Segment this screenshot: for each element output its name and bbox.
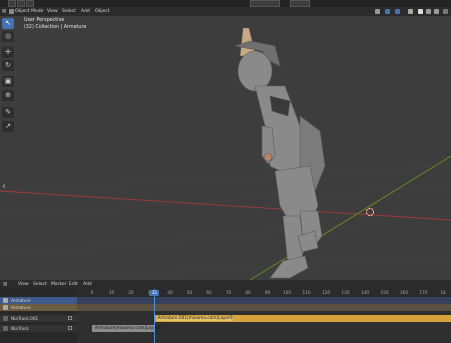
nla-strip-label: Armature|mixamo.com|Layer0: [95, 326, 161, 331]
channel-label: NlaTrack: [11, 326, 29, 331]
frame-tick-label: 60: [206, 290, 212, 295]
frame-tick-label: 100: [283, 290, 291, 295]
frame-tick-label: 80: [245, 290, 251, 295]
collection-info: (32) Collection | Armature: [24, 25, 87, 30]
rotate-tool-icon[interactable]: ↻: [2, 60, 14, 71]
editor-type-icon[interactable]: ▧: [2, 7, 6, 16]
shading-rendered-icon[interactable]: [434, 9, 439, 14]
channel-label: Armature: [11, 298, 31, 303]
frame-tick-label: 90: [264, 290, 271, 295]
viewport-header: ▧ Object Mode View Select Add Object: [0, 7, 451, 16]
mute-checkbox[interactable]: [68, 316, 72, 320]
tab-button[interactable]: [26, 0, 34, 7]
blender-window: ▧ Object Mode View Select Add Object Use…: [0, 0, 451, 343]
visibility-icon[interactable]: [375, 9, 380, 14]
viewport-scene: [0, 27, 451, 280]
armature-icon: [3, 298, 8, 303]
overlay-icon[interactable]: [395, 9, 400, 14]
channel-label: NlaTrack.001: [11, 316, 39, 321]
frame-tick-label: 110: [302, 290, 311, 295]
x-axis-line: [0, 190, 451, 221]
view-name: User Perspective: [24, 18, 65, 23]
3d-viewport[interactable]: User Perspective (32) Collection | Armat…: [0, 16, 451, 280]
frame-tick-label: 50: [186, 290, 193, 295]
tab-button[interactable]: [290, 0, 310, 7]
mute-checkbox[interactable]: [68, 326, 72, 330]
frame-tick-label: 170: [419, 290, 428, 295]
nla-editor: Armature Armature NlaTrack.001 NlaTrack 0 10…: [0, 289, 451, 343]
frame-tick-label: 140: [361, 290, 369, 295]
frame-tick-label: 20: [128, 290, 134, 295]
track-row-selected: [77, 297, 451, 304]
menu-add[interactable]: Add: [81, 7, 90, 16]
nla-track-icon: [3, 326, 8, 331]
character-model[interactable]: [234, 27, 326, 279]
frame-tick-label: 40: [167, 290, 173, 295]
select-tool-icon[interactable]: ↖: [2, 18, 14, 29]
channel-row[interactable]: Armature: [0, 297, 77, 304]
xray-icon[interactable]: [408, 9, 413, 14]
shading-material-icon[interactable]: [426, 9, 431, 14]
tab-button[interactable]: [17, 0, 25, 7]
menu-object[interactable]: Object: [95, 7, 110, 16]
playhead[interactable]: [154, 289, 156, 343]
frame-tick-label: 130: [341, 290, 350, 295]
viewport-info: User Perspective (32) Collection | Armat…: [24, 17, 86, 31]
scale-tool-icon[interactable]: ▣: [2, 76, 14, 87]
shading-solid-icon[interactable]: [418, 9, 423, 14]
timeline-menu-select[interactable]: Select: [33, 280, 47, 289]
armature-icon: [3, 305, 8, 310]
track-area[interactable]: Armature.001|mixamo.com|Layer0 Armature|m…: [77, 297, 451, 343]
menu-view[interactable]: View: [47, 7, 58, 16]
frame-ruler[interactable]: 0102030405060708090100110120130140150160…: [77, 289, 451, 297]
object-mode-icon: [9, 9, 14, 14]
cursor-tool-icon[interactable]: ◎: [2, 31, 14, 42]
frame-tick-label: 120: [322, 290, 330, 295]
nla-strip-label: Armature.001|mixamo.com|Layer0: [157, 316, 233, 321]
timeline-header: ▧ View Select Marker Edit Add: [0, 280, 451, 289]
current-frame-badge[interactable]: 32: [149, 290, 160, 296]
shading-options-icon[interactable]: [443, 9, 448, 14]
gizmo-icon[interactable]: [385, 9, 390, 14]
tab-button[interactable]: [8, 0, 16, 7]
measure-tool-icon[interactable]: ↗: [2, 121, 14, 132]
annotate-tool-icon[interactable]: ✎: [2, 107, 14, 118]
timeline-menu-marker[interactable]: Marker: [51, 280, 67, 289]
timeline-menu-add[interactable]: Add: [83, 280, 92, 289]
grid-floor: [0, 165, 451, 280]
track-row-action: [77, 304, 451, 311]
frame-tick-label: 150: [380, 290, 389, 295]
nla-strip[interactable]: Armature.001|mixamo.com|Layer0: [154, 315, 451, 322]
frame-tick-label: 10: [108, 290, 115, 295]
channel-label: Armature: [11, 305, 31, 310]
channel-row[interactable]: Armature: [0, 304, 77, 311]
expand-sidebar-icon[interactable]: ‹: [2, 181, 6, 192]
channel-list: Armature Armature NlaTrack.001 NlaTrack: [0, 297, 77, 343]
mode-dropdown[interactable]: Object Mode: [15, 7, 43, 16]
nla-strip[interactable]: Armature|mixamo.com|Layer0: [92, 325, 161, 332]
timeline-menu-edit[interactable]: Edit: [69, 280, 78, 289]
timeline-editor-icon[interactable]: ▧: [3, 280, 7, 289]
channel-row[interactable]: NlaTrack: [0, 325, 77, 332]
channel-row[interactable]: NlaTrack.001: [0, 315, 77, 322]
workspace-tabs-strip: [0, 0, 451, 7]
timeline-menu-view[interactable]: View: [18, 280, 29, 289]
tab-button[interactable]: [250, 0, 280, 7]
menu-select[interactable]: Select: [62, 7, 76, 16]
frame-tick-label: 160: [400, 290, 408, 295]
move-tool-icon[interactable]: ✛: [2, 47, 14, 58]
frame-tick-label: 0: [90, 290, 94, 295]
transform-tool-icon[interactable]: ⊕: [2, 90, 14, 101]
nla-track-icon: [3, 316, 8, 321]
frame-tick-label: 70: [225, 290, 232, 295]
frame-tick-label: 18: [440, 290, 446, 295]
